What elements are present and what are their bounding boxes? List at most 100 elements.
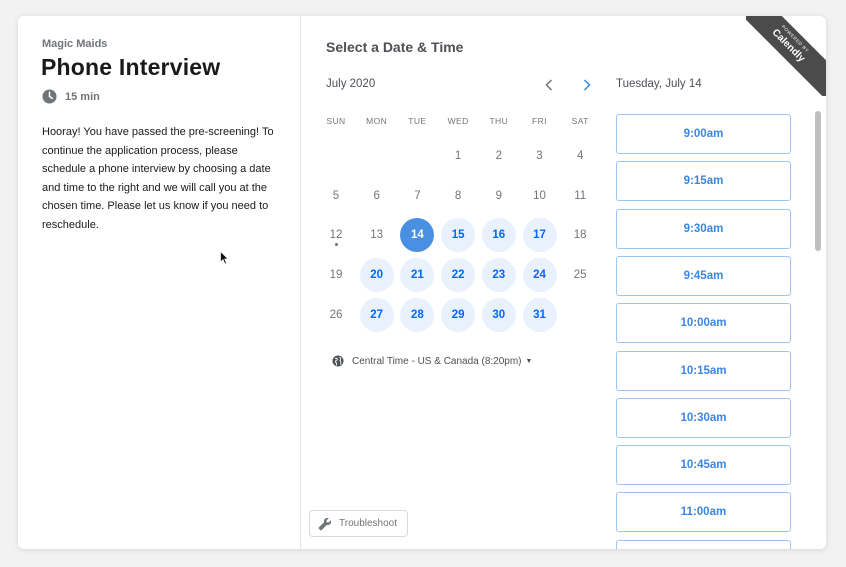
calendar-day-19: 19 xyxy=(316,255,356,295)
calendar-day-number: 2 xyxy=(495,150,502,162)
calendar-day-number: 5 xyxy=(332,189,340,202)
weekday-label: MON xyxy=(366,116,388,126)
calendar-day-23[interactable]: 23 xyxy=(479,255,519,295)
event-duration: 15 min xyxy=(42,89,100,104)
calendar-day-number: 19 xyxy=(329,269,343,282)
calendar-day-11: 11 xyxy=(560,176,600,216)
weekday-header: SUN MON TUE WED THU FRI SAT xyxy=(316,116,599,128)
calendar-day-7: 7 xyxy=(397,176,437,216)
calendar-day-number: 17 xyxy=(522,218,557,253)
event-description: Hooray! You have passed the pre-screenin… xyxy=(42,126,274,231)
calendar-day-24[interactable]: 24 xyxy=(520,255,560,295)
time-slot-button[interactable]: 10:45am xyxy=(616,445,791,486)
calendar-day-8: 8 xyxy=(438,176,478,216)
calendar-day-17[interactable]: 17 xyxy=(520,215,560,255)
calendar-day-22[interactable]: 22 xyxy=(438,255,478,295)
timezone-selector[interactable]: Central Time - US & Canada (8:20pm) ▼ xyxy=(332,355,532,367)
calendar-day-1: 1 xyxy=(438,136,478,176)
calendar-day-18: 18 xyxy=(560,215,600,255)
calendar-day-12: 12 xyxy=(316,215,356,255)
weekday-label: SUN xyxy=(326,116,346,126)
timezone-label: Central Time - US & Canada (8:20pm) xyxy=(352,355,522,367)
weekday-label: WED xyxy=(447,116,469,126)
calendar-day-20[interactable]: 20 xyxy=(357,255,397,295)
calendar-day-31[interactable]: 31 xyxy=(520,295,560,335)
calendar-day-number: 14 xyxy=(400,218,435,253)
calendar-day-number: 4 xyxy=(576,150,584,162)
troubleshoot-label: Troubleshoot xyxy=(339,518,397,529)
calendar-day-15[interactable]: 15 xyxy=(438,215,478,255)
globe-icon xyxy=(332,355,344,367)
calendar-day-number: 24 xyxy=(522,258,557,293)
selected-date-heading: Tuesday, July 14 xyxy=(616,78,702,90)
calendar-day-4: 4 xyxy=(560,136,600,176)
weekday-label: FRI xyxy=(532,116,547,126)
calendar-day-28[interactable]: 28 xyxy=(397,295,437,335)
chevron-left-icon xyxy=(545,79,553,91)
calendar-day-30[interactable]: 30 xyxy=(479,295,519,335)
calendar-day-number: 30 xyxy=(481,297,516,332)
calendar-day-number: 28 xyxy=(400,297,435,332)
calendar-day-26: 26 xyxy=(316,295,356,335)
calendar-day-3: 3 xyxy=(520,136,560,176)
time-slot-list: 9:00am 9:15am 9:30am 9:45am 10:00am 10:15am 10… xyxy=(616,114,791,549)
calendar-day-25: 25 xyxy=(560,255,600,295)
calendar-day-number: 29 xyxy=(441,297,476,332)
calendar-day-number: 23 xyxy=(481,258,516,293)
time-slot-button[interactable]: 11:00am xyxy=(616,492,791,533)
time-slot-button[interactable] xyxy=(616,539,791,549)
weekday-label: TUE xyxy=(408,116,427,126)
calendar-day-number: 7 xyxy=(414,189,421,202)
time-slot-button[interactable]: 9:00am xyxy=(616,114,791,154)
event-title: Phone Interview xyxy=(41,54,221,80)
calendar-day-number: 16 xyxy=(481,218,516,253)
calendar-day-number: 22 xyxy=(441,258,476,293)
calendar-day-number: 18 xyxy=(573,229,587,242)
calendar-day-number: 12 xyxy=(329,229,343,242)
select-date-time-heading: Select a Date & Time xyxy=(326,39,464,55)
organization-name: Magic Maids xyxy=(42,38,108,50)
time-slot-button[interactable]: 10:15am xyxy=(616,350,791,391)
weekday-label: THU xyxy=(489,116,509,126)
calendar-day-6: 6 xyxy=(357,176,397,216)
calendar-day-number: 10 xyxy=(533,189,546,202)
troubleshoot-button[interactable]: Troubleshoot xyxy=(309,510,408,537)
calendar-day-number: 9 xyxy=(495,189,502,202)
time-slot-button[interactable]: 9:45am xyxy=(616,255,791,296)
calendar-day-number: 11 xyxy=(574,189,587,202)
calendar-day-number: 21 xyxy=(400,258,435,293)
calendar-day-27[interactable]: 27 xyxy=(357,295,397,335)
calendar-day-number: 13 xyxy=(370,229,384,242)
wrench-icon xyxy=(318,517,332,530)
calendar-day-10: 10 xyxy=(520,176,560,216)
chevron-right-icon xyxy=(583,79,591,91)
calendar-day-5: 5 xyxy=(316,176,356,216)
duration-label: 15 min xyxy=(65,90,100,103)
time-slot-button[interactable]: 9:30am xyxy=(616,208,791,249)
month-label: July 2020 xyxy=(326,78,376,90)
calendar-day-13: 13 xyxy=(357,215,397,255)
time-slot-button[interactable]: 10:30am xyxy=(616,397,791,438)
time-slot-button[interactable]: 9:15am xyxy=(616,161,791,202)
calendar-day-number: 3 xyxy=(536,150,543,162)
calendar-day-21[interactable]: 21 xyxy=(397,255,437,295)
clock-icon xyxy=(42,89,57,104)
next-month-button[interactable] xyxy=(578,76,596,94)
time-slot-button[interactable]: 10:00am xyxy=(616,303,791,344)
calendar-day-16[interactable]: 16 xyxy=(479,215,519,255)
mouse-cursor-icon xyxy=(220,251,230,265)
time-slot-scrollbar[interactable] xyxy=(815,111,821,251)
calendar-day-29[interactable]: 29 xyxy=(438,295,478,335)
calendar-day-2: 2 xyxy=(479,136,519,176)
powered-by-badge[interactable]: POWERED BY Calendly xyxy=(746,16,826,96)
caret-down-icon: ▼ xyxy=(525,357,533,365)
calendar-day-number: 20 xyxy=(359,258,394,293)
previous-month-button[interactable] xyxy=(540,76,558,94)
calendar-day-number: 15 xyxy=(441,218,476,253)
calendar-day-number: 8 xyxy=(454,189,462,202)
calendar-day-14[interactable]: 14 xyxy=(397,215,437,255)
calendar-grid: 1 2 3 4 5 6 7 8 9 10 11 12 13 14 15 16 17 18 19 20 21 22 23 24 2… xyxy=(316,136,599,336)
event-details-panel: Magic Maids Phone Interview 15 min Hoora… xyxy=(18,16,301,549)
calendar-day-number: 31 xyxy=(522,297,557,332)
calendar-day-9: 9 xyxy=(479,176,519,216)
